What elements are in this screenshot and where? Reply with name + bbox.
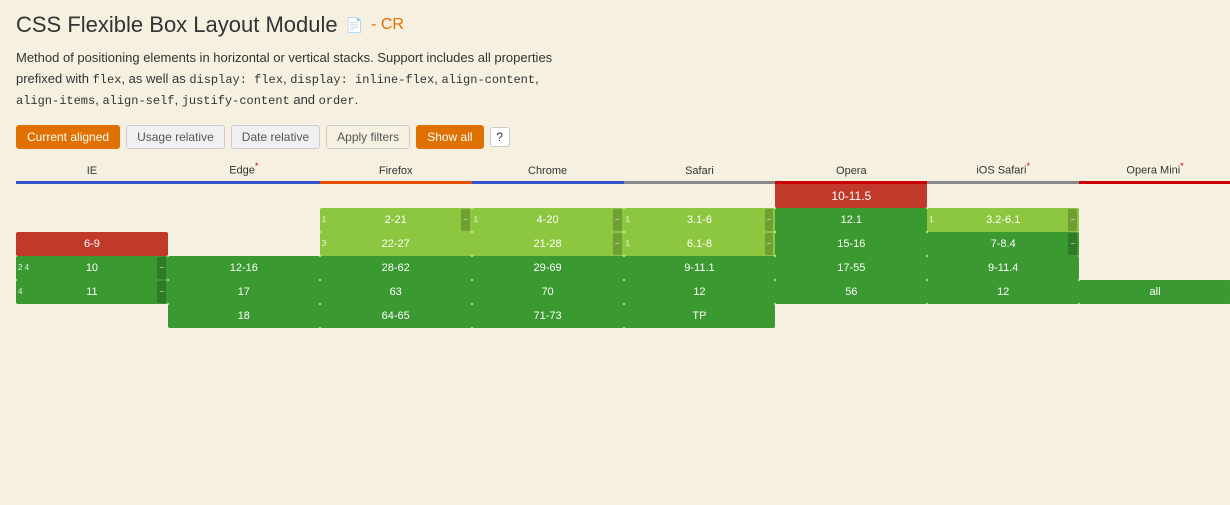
ff-r1 <box>320 182 472 208</box>
table-row: 2 410− 12-16 28-62 29-69 9-11.1 17-55 9-… <box>16 256 1230 280</box>
ios-r1 <box>927 182 1079 208</box>
toolbar: Current aligned Usage relative Date rela… <box>16 125 1230 149</box>
ff-r6: 64-65 <box>320 304 472 328</box>
ie-r3: 6-9 <box>16 232 168 256</box>
ie-header: IE <box>16 159 168 182</box>
chrome-r2: 14-20− <box>472 208 624 232</box>
safari-header: Safari <box>624 159 776 182</box>
table-row: 10-11.5 <box>16 182 1230 208</box>
chrome-r6: 71-73 <box>472 304 624 328</box>
usage-relative-button[interactable]: Usage relative <box>126 125 225 149</box>
edge-header: Edge* <box>168 159 320 182</box>
table-row: 12-21− 14-20− 13.1-6− 12.1 13.2-6.1− <box>16 208 1230 232</box>
opera-r3: 15-16 <box>775 232 927 256</box>
opera-r5: 56 <box>775 280 927 304</box>
file-icon: 📄 <box>346 17 363 34</box>
ff-r2: 12-21− <box>320 208 472 232</box>
safari-r6: TP <box>624 304 776 328</box>
chrome-r1 <box>472 182 624 208</box>
opera-r6 <box>775 304 927 328</box>
edge-r2 <box>168 208 320 232</box>
mini-r1 <box>1079 182 1230 208</box>
date-relative-button[interactable]: Date relative <box>231 125 320 149</box>
left-panel: CSS Flexible Box Layout Module 📄 - CR Me… <box>0 0 1230 505</box>
ie-r5: 411− <box>16 280 168 304</box>
table-row: 6-9 322-27 21-28− 16.1-8− 15-16 7-8.4− <box>16 232 1230 256</box>
ios-r4: 9-11.4 <box>927 256 1079 280</box>
ff-r4: 28-62 <box>320 256 472 280</box>
edge-r4: 12-16 <box>168 256 320 280</box>
ie-r2 <box>16 208 168 232</box>
safari-r2: 13.1-6− <box>624 208 776 232</box>
safari-r3: 16.1-8− <box>624 232 776 256</box>
main-container: CSS Flexible Box Layout Module 📄 - CR Me… <box>0 0 1230 505</box>
show-all-button[interactable]: Show all <box>416 125 483 149</box>
table-row: 18 64-65 71-73 TP <box>16 304 1230 328</box>
current-aligned-button[interactable]: Current aligned <box>16 125 120 149</box>
safari-r5: 12 <box>624 280 776 304</box>
ie-r4: 2 410− <box>16 256 168 280</box>
browser-table-wrapper: IE Edge* Firefox Chrome Safari Opera iOS… <box>16 159 1230 328</box>
ios-r3: 7-8.4− <box>927 232 1079 256</box>
safari-r4: 9-11.1 <box>624 256 776 280</box>
browser-table: IE Edge* Firefox Chrome Safari Opera iOS… <box>16 159 1230 328</box>
cr-badge: - CR <box>371 16 404 34</box>
table-row: 411− 17 63 70 12 56 12 all <box>16 280 1230 304</box>
ios-r6 <box>927 304 1079 328</box>
help-button[interactable]: ? <box>490 127 510 147</box>
chrome-r4: 29-69 <box>472 256 624 280</box>
chrome-r3: 21-28− <box>472 232 624 256</box>
mini-r6 <box>1079 304 1230 328</box>
edge-r1 <box>168 182 320 208</box>
ie-r6 <box>16 304 168 328</box>
mini-r2 <box>1079 208 1230 232</box>
opera-header: Opera <box>775 159 927 182</box>
ff-r5: 63 <box>320 280 472 304</box>
edge-r6: 18 <box>168 304 320 328</box>
edge-r3 <box>168 232 320 256</box>
mini-r5: all <box>1079 280 1230 304</box>
mini-r4 <box>1079 256 1230 280</box>
title-row: CSS Flexible Box Layout Module 📄 - CR <box>16 12 1230 38</box>
ios-safari-header: iOS Safari* <box>927 159 1079 182</box>
opera-r2: 12.1 <box>775 208 927 232</box>
firefox-header: Firefox <box>320 159 472 182</box>
mini-r3 <box>1079 232 1230 256</box>
opera-r1: 10-11.5 <box>775 182 927 208</box>
ios-r2: 13.2-6.1− <box>927 208 1079 232</box>
browser-header-row: IE Edge* Firefox Chrome Safari Opera iOS… <box>16 159 1230 182</box>
edge-r5: 17 <box>168 280 320 304</box>
opera-mini-header: Opera Mini* <box>1079 159 1230 182</box>
ios-r5: 12 <box>927 280 1079 304</box>
chrome-r5: 70 <box>472 280 624 304</box>
page-title: CSS Flexible Box Layout Module <box>16 12 338 38</box>
ff-r3: 322-27 <box>320 232 472 256</box>
chrome-header: Chrome <box>472 159 624 182</box>
apply-filters-button[interactable]: Apply filters <box>326 125 410 149</box>
description: Method of positioning elements in horizo… <box>16 48 556 111</box>
ie-r1 <box>16 182 168 208</box>
opera-r4: 17-55 <box>775 256 927 280</box>
safari-r1 <box>624 182 776 208</box>
